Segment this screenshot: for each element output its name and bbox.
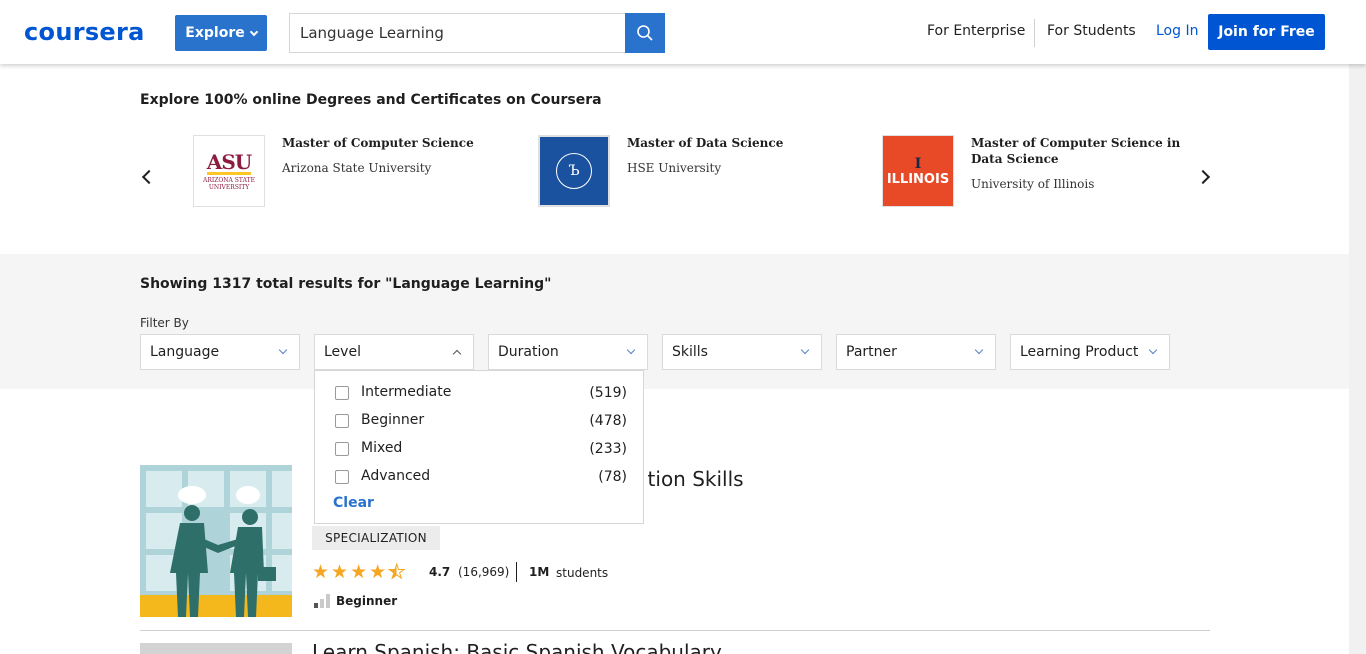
rating-stars: ★ ★ ★ ★ ★ [312,561,406,583]
star-half-icon: ★ [388,561,406,583]
business-handshake-illustration [140,465,292,617]
filter-language[interactable]: Language [140,334,300,370]
star-full-icon: ★ [369,561,387,583]
course-title[interactable]: Learn Spanish: Basic Spanish Vocabulary [312,640,722,654]
rating-value: 4.7 [429,565,451,579]
chevron-down-icon [1148,345,1158,355]
chevron-down-icon [249,27,258,36]
clear-filter-button[interactable]: Clear [333,495,374,511]
level-option-mixed[interactable]: Mixed (233) [335,438,627,460]
join-for-free-button[interactable]: Join for Free [1208,14,1325,50]
search-input[interactable]: Language Learning [289,13,626,53]
degree-card-illinois[interactable]: I ILLINOIS Master of Computer Science in… [882,135,1202,207]
filter-partner[interactable]: Partner [836,334,996,370]
course-thumbnail[interactable] [140,643,292,654]
page-scrollbar[interactable] [1349,0,1366,654]
search-button[interactable] [625,13,665,53]
star-full-icon: ★ [331,561,349,583]
degree-card-asu[interactable]: ASU ARIZONA STATE UNIVERSITY Master of C… [193,135,493,207]
asu-logo: ASU ARIZONA STATE UNIVERSITY [193,135,265,207]
carousel-prev-icon[interactable] [141,169,157,185]
login-link[interactable]: Log In [1156,23,1198,39]
level-option-advanced[interactable]: Advanced (78) [335,466,627,488]
review-count: (16,969) [458,565,510,579]
star-full-icon: ★ [350,561,368,583]
results-summary: Showing 1317 total results for "Language… [140,276,552,292]
filter-duration[interactable]: Duration [488,334,648,370]
degree-title: Master of Computer Science in Data Scien… [971,136,1181,166]
for-enterprise-link[interactable]: For Enterprise [927,23,1025,39]
level-dropdown-menu: Intermediate (519) Beginner (478) Mixed … [314,370,644,524]
degree-university: HSE University [627,161,722,175]
level-option-beginner[interactable]: Beginner (478) [335,410,627,432]
checkbox[interactable] [335,470,349,484]
star-full-icon: ★ [312,561,330,583]
explore-label: Explore [185,25,245,41]
filter-learning-product[interactable]: Learning Product [1010,334,1170,370]
degree-title: Master of Data Science [627,136,784,150]
course-level: Beginner [336,594,398,608]
degree-card-hse[interactable]: Ъ Master of Data Science HSE University [538,135,838,207]
degree-title: Master of Computer Science [282,136,474,150]
specialization-badge: SPECIALIZATION [312,526,440,550]
chevron-down-icon [974,345,984,355]
level-option-intermediate[interactable]: Intermediate (519) [335,382,627,404]
students-count: 1M [529,565,550,579]
checkbox[interactable] [335,386,349,400]
checkbox[interactable] [335,414,349,428]
rating-divider [516,562,517,582]
hse-logo: Ъ [538,135,610,207]
checkbox[interactable] [335,442,349,456]
result-divider [140,630,1210,631]
coursera-logo[interactable]: coursera [24,18,145,46]
filter-by-label: Filter By [140,316,189,330]
filter-skills[interactable]: Skills [662,334,822,370]
filter-level[interactable]: Level [314,334,474,370]
nav-divider [1034,19,1035,47]
degrees-section-title: Explore 100% online Degrees and Certific… [140,92,602,108]
for-students-link[interactable]: For Students [1047,23,1136,39]
degree-university: University of Illinois [971,177,1095,191]
chevron-down-icon [626,345,636,355]
search-icon [637,25,653,41]
degree-university: Arizona State University [282,161,432,175]
illinois-logo: I ILLINOIS [882,135,954,207]
chevron-down-icon [278,345,288,355]
top-header: coursera Explore Language Learning For E… [0,0,1366,64]
students-label: students [556,566,609,580]
chevron-up-icon [452,349,462,359]
course-thumbnail[interactable] [140,465,292,617]
chevron-down-icon [800,345,810,355]
level-bars-icon [314,594,330,608]
explore-button[interactable]: Explore [175,15,267,51]
